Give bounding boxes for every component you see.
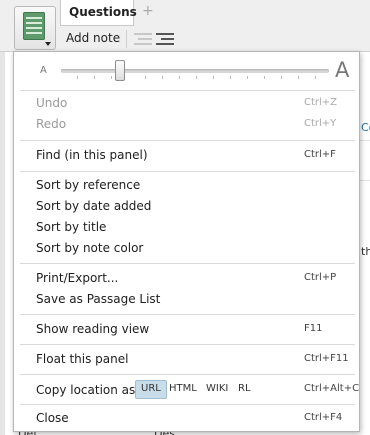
- menu-item-label: Sort by title: [36, 220, 107, 234]
- menu-item-reading-view[interactable]: Show reading view F11: [14, 320, 359, 340]
- list-outdent-icon[interactable]: [134, 33, 152, 46]
- zoom-small-label: A: [40, 65, 47, 76]
- menu-item-save-passage-list[interactable]: Save as Passage List: [14, 290, 359, 310]
- zoom-tick: [196, 76, 197, 79]
- menu-item-label: Undo: [36, 96, 68, 110]
- zoom-tick: [145, 76, 146, 79]
- menu-item-redo[interactable]: Redo Ctrl+Y: [14, 115, 359, 135]
- zoom-slider-row: A A: [14, 52, 359, 90]
- background-line: [360, 140, 370, 141]
- menu-item-label: Copy location as:: [36, 383, 140, 397]
- menu-item-label: Redo: [36, 117, 67, 131]
- menu-separator: [20, 90, 355, 91]
- menu-item-close[interactable]: Close Ctrl+F4: [14, 409, 359, 429]
- zoom-tick: [77, 76, 78, 79]
- panel-menu-button[interactable]: [14, 6, 56, 50]
- menu-item-shortcut: Ctrl+Alt+C: [304, 383, 360, 394]
- background-link-fragment[interactable]: Co: [361, 121, 370, 134]
- menu-item-copy-location: Copy location as: URL HTML WIKI RL Ctrl+…: [14, 380, 359, 400]
- panel-splitter[interactable]: [0, 52, 5, 435]
- menu-separator: [20, 344, 355, 345]
- add-tab-button[interactable]: +: [142, 3, 156, 19]
- zoom-tick: [281, 76, 282, 79]
- menu-item-find[interactable]: Find (in this panel) Ctrl+F: [14, 146, 359, 166]
- menu-item-label: Float this panel: [36, 352, 129, 366]
- zoom-tick: [213, 76, 214, 79]
- menu-item-shortcut: Ctrl+F4: [304, 412, 343, 423]
- panel-menu-icon: [23, 12, 45, 40]
- menu-separator: [20, 404, 355, 405]
- menu-item-shortcut: Ctrl+Z: [304, 97, 338, 108]
- menu-item-shortcut: F11: [304, 323, 323, 334]
- menu-item-label: Sort by note color: [36, 241, 144, 255]
- menu-item-sort-by-color[interactable]: Sort by note color: [14, 239, 359, 259]
- background-text-fragment: th: [361, 245, 370, 258]
- menu-item-label: Save as Passage List: [36, 292, 161, 306]
- list-indent-icon[interactable]: [156, 33, 174, 46]
- zoom-slider-thumb[interactable]: [114, 60, 125, 81]
- zoom-tick: [230, 76, 231, 79]
- copy-option-url[interactable]: URL: [135, 380, 167, 399]
- menu-item-label: Show reading view: [36, 322, 150, 336]
- zoom-tick: [247, 76, 248, 79]
- zoom-tick: [179, 76, 180, 79]
- menu-separator: [20, 171, 355, 172]
- menu-item-label: Find (in this panel): [36, 148, 148, 162]
- menu-separator: [20, 314, 355, 315]
- copy-option-rl[interactable]: RL: [233, 380, 256, 399]
- zoom-large-label: A: [335, 58, 350, 82]
- menu-item-sort-by-date[interactable]: Sort by date added: [14, 197, 359, 217]
- zoom-tick: [264, 76, 265, 79]
- menu-item-label: Sort by date added: [36, 199, 152, 213]
- menu-separator: [20, 140, 355, 141]
- background-line: [360, 180, 370, 181]
- menu-item-float-panel[interactable]: Float this panel Ctrl+F11: [14, 350, 359, 370]
- zoom-tick: [315, 76, 316, 79]
- menu-item-label: Close: [36, 411, 69, 425]
- dropdown-caret-icon: [45, 42, 51, 46]
- menu-separator: [20, 374, 355, 375]
- copy-option-wiki[interactable]: WIKI: [201, 380, 233, 399]
- menu-item-shortcut: Ctrl+P: [304, 272, 337, 283]
- menu-item-shortcut: Ctrl+F11: [304, 353, 349, 364]
- zoom-tick: [162, 76, 163, 79]
- zoom-slider-track[interactable]: [61, 69, 329, 73]
- zoom-tick: [111, 76, 112, 79]
- zoom-tick: [94, 76, 95, 79]
- add-note-button[interactable]: Add note: [66, 31, 120, 45]
- panel-menu: A A Undo Ctrl+Z Redo Ctrl+Y Find (in thi…: [13, 51, 360, 432]
- menu-item-sort-by-reference[interactable]: Sort by reference: [14, 176, 359, 196]
- menu-item-shortcut: Ctrl+Y: [304, 118, 337, 129]
- tab-questions[interactable]: Questions: [60, 0, 137, 26]
- menu-item-undo[interactable]: Undo Ctrl+Z: [14, 94, 359, 114]
- menu-item-print-export[interactable]: Print/Export... Ctrl+P: [14, 269, 359, 289]
- menu-item-label: Print/Export...: [36, 271, 119, 285]
- zoom-tick: [298, 76, 299, 79]
- menu-item-label: Sort by reference: [36, 178, 141, 192]
- app-toolbar: Questions + Add note: [0, 0, 370, 52]
- menu-item-shortcut: Ctrl+F: [304, 149, 336, 160]
- copy-option-html[interactable]: HTML: [164, 380, 202, 399]
- menu-separator: [20, 263, 355, 264]
- toolbar-divider: [126, 30, 127, 48]
- menu-item-sort-by-title[interactable]: Sort by title: [14, 218, 359, 238]
